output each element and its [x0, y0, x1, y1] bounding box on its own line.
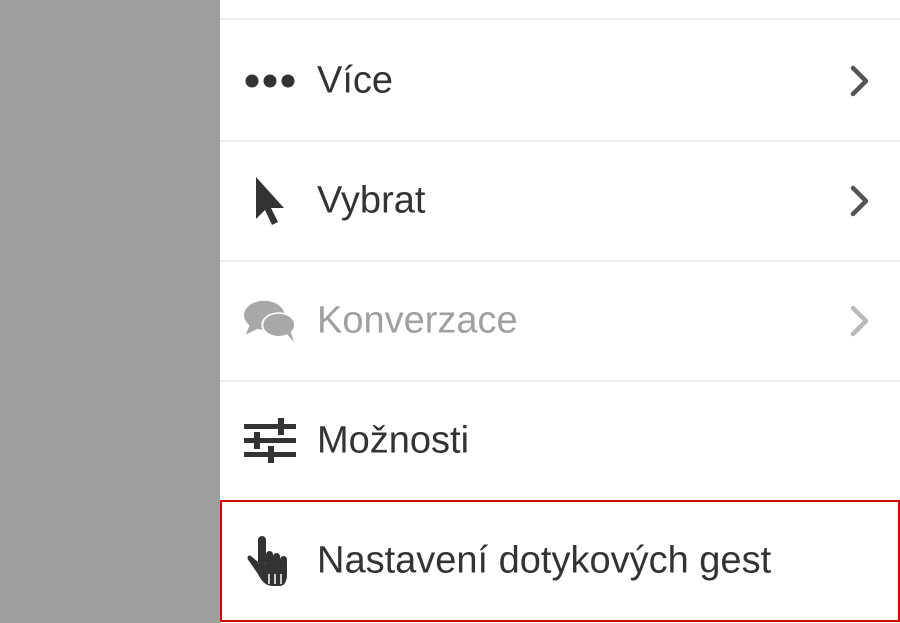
menu-item-label: Konverzace — [317, 299, 518, 342]
sliders-icon — [242, 413, 298, 469]
menu-top-edge — [220, 0, 900, 20]
menu-item-conversations[interactable]: Konverzace — [220, 262, 900, 382]
chat-bubbles-icon — [242, 293, 298, 349]
menu-item-options[interactable]: Možnosti — [220, 382, 900, 502]
menu-item-more[interactable]: Více — [220, 22, 900, 142]
menu-item-label: Více — [317, 59, 394, 102]
chevron-right-icon — [850, 65, 869, 97]
menu-item-label: Vybrat — [317, 179, 426, 222]
pointer-arrow-icon — [242, 173, 298, 229]
more-dots-icon — [242, 53, 298, 109]
menu-item-label: Nastavení dotykových gest — [317, 539, 772, 582]
overflow-menu: Více Vybrat Konverzace Možnosti Nastaven… — [220, 0, 900, 623]
menu-item-label: Možnosti — [317, 419, 470, 462]
chevron-right-icon — [850, 305, 869, 337]
touch-hand-icon — [242, 533, 298, 589]
background-scrim[interactable] — [0, 0, 220, 623]
chevron-right-icon — [850, 185, 869, 217]
menu-item-select[interactable]: Vybrat — [220, 142, 900, 262]
menu-item-touch-gesture-settings[interactable]: Nastavení dotykových gest — [220, 500, 900, 622]
